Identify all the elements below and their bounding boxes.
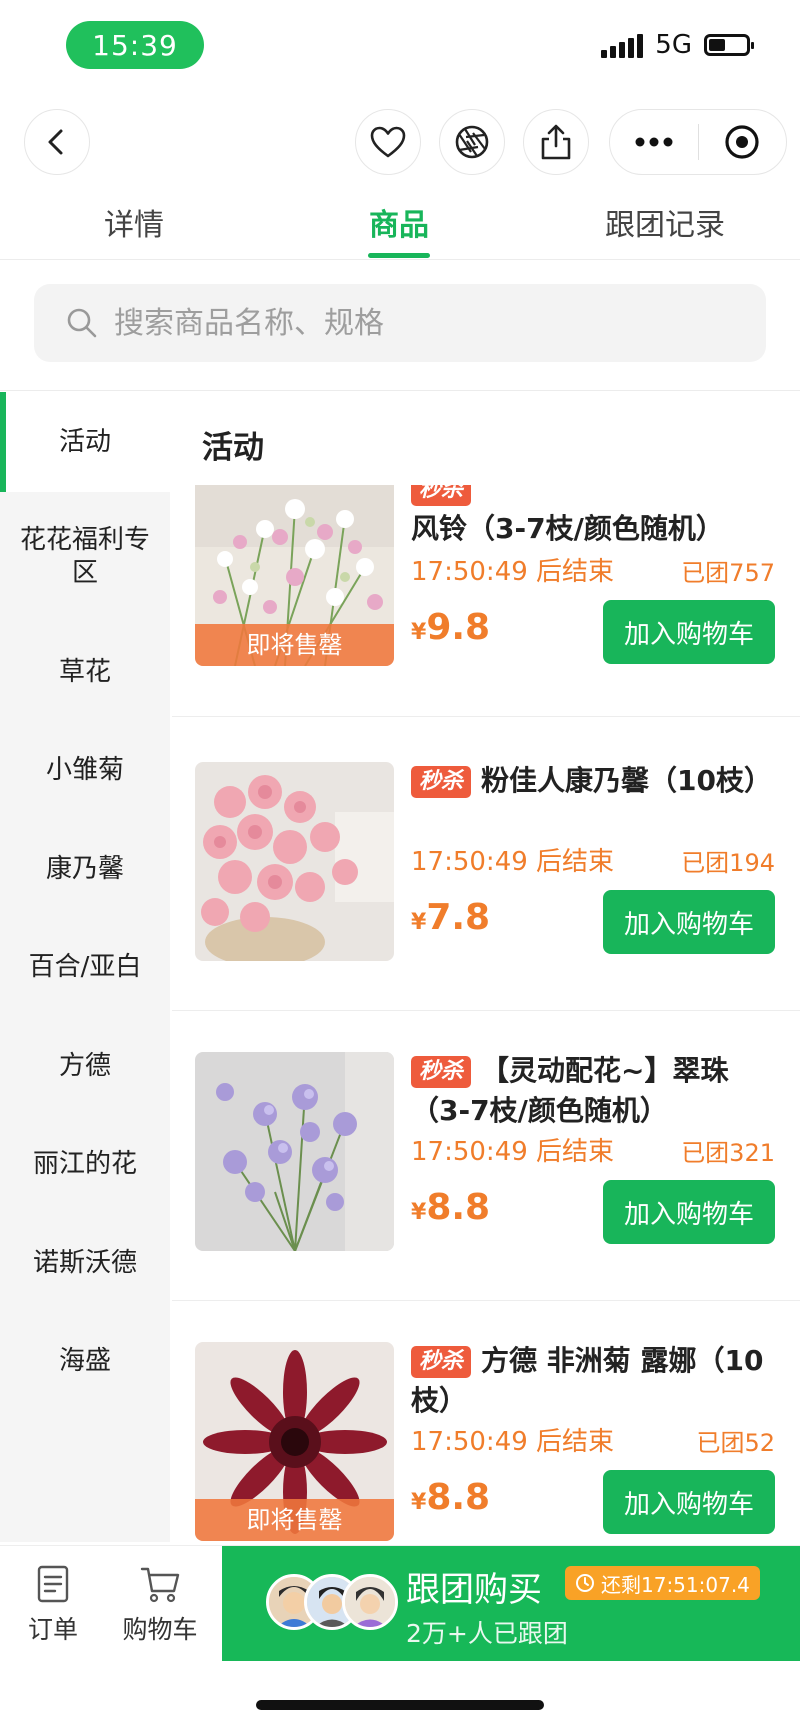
group-buy-title: 跟团购买 (406, 1570, 542, 1610)
sidebar-item-activity[interactable]: 活动 (0, 392, 170, 492)
carnation-image (195, 762, 394, 961)
group-buy-button[interactable]: 跟团购买 还剩17:51:07.4 2万+人已跟团 (222, 1546, 800, 1661)
cart-label: 购物车 (122, 1615, 198, 1644)
product-price: ¥8.8 (411, 1187, 490, 1228)
countdown-text: 17:50:49 后结束 (411, 847, 615, 877)
product-image[interactable] (195, 1052, 394, 1251)
add-to-cart-button[interactable]: 加入购物车 (603, 890, 775, 954)
more-button[interactable] (610, 110, 698, 174)
product-card[interactable]: 秒杀 粉佳人康乃馨（10枝） 17:50:49 后结束 已团194 ¥7.8 加入… (172, 747, 800, 1037)
search-input[interactable] (112, 304, 716, 342)
status-time: 15:39 (66, 21, 204, 69)
joined-count: 已团321 (681, 1139, 775, 1167)
joined-count: 已团52 (696, 1429, 775, 1457)
remaining-time-text: 还剩17:51:07.4 (601, 1572, 750, 1597)
product-title: 秒杀 方德 非洲菊 露娜（10枝） (411, 1341, 781, 1421)
flash-sale-tag: 秒杀 (411, 1346, 472, 1378)
product-card[interactable]: 即将售罄 秒杀 方德 非洲菊 露娜（10枝） 17:50:49 后结束 已团52 … (172, 1327, 800, 1545)
product-image[interactable]: 即将售罄 (195, 485, 394, 666)
search-box[interactable] (34, 284, 766, 362)
product-image[interactable] (195, 762, 394, 961)
order-list-icon (37, 1565, 69, 1603)
product-title: 秒杀风铃（3-7枝/颜色随机） (411, 485, 781, 549)
product-title: 秒杀 粉佳人康乃馨（10枝） (411, 761, 781, 801)
status-indicators: 5G (601, 30, 754, 60)
product-divider (172, 716, 800, 717)
section-title: 活动 (202, 430, 264, 466)
joined-avatars (266, 1574, 398, 1630)
cart-button[interactable]: 购物车 (112, 1564, 208, 1646)
target-icon (725, 125, 759, 159)
price-value: 7.8 (426, 897, 491, 938)
search-icon (67, 308, 97, 338)
price-value: 8.8 (426, 1187, 491, 1228)
bottom-action-bar: 订单 购物车 跟团购买 还剩17:51:07.4 2万+人已跟团 (0, 1545, 800, 1662)
sold-out-badge: 即将售罄 (195, 624, 394, 666)
signal-icon (601, 32, 644, 58)
clock-icon (576, 1574, 594, 1592)
product-title-text: 粉佳人康乃馨（10枝） (481, 764, 772, 797)
camera-button[interactable] (439, 109, 505, 175)
product-title-text: 风铃（3-7枝/颜色随机） (411, 512, 724, 545)
product-image[interactable]: 即将售罄 (195, 1342, 394, 1541)
orders-button[interactable]: 订单 (20, 1564, 86, 1646)
product-card[interactable]: 即将售罄 秒杀风铃（3-7枝/颜色随机） 17:50:49 后结束 已团757 … (172, 485, 800, 747)
close-miniprogram-button[interactable] (699, 110, 787, 174)
add-to-cart-button[interactable]: 加入购物车 (603, 1470, 775, 1534)
blue-lace-flower-image (195, 1052, 394, 1251)
back-button[interactable] (24, 109, 90, 175)
search-divider (0, 390, 800, 391)
countdown-text: 17:50:49 后结束 (411, 1137, 615, 1167)
currency-symbol: ¥ (411, 1200, 427, 1225)
product-price: ¥9.8 (411, 607, 490, 648)
add-to-cart-button[interactable]: 加入购物车 (603, 600, 775, 664)
chevron-left-icon (48, 129, 63, 155)
share-button[interactable] (523, 109, 589, 175)
product-card[interactable]: 秒杀 【灵动配花~】翠珠（3-7枝/颜色随机） 17:50:49 后结束 已团32… (172, 1037, 800, 1327)
product-list: 即将售罄 秒杀风铃（3-7枝/颜色随机） 17:50:49 后结束 已团757 … (0, 485, 800, 1545)
product-divider (172, 1010, 800, 1011)
currency-symbol: ¥ (411, 620, 427, 645)
network-label: 5G (655, 30, 692, 60)
tab-products[interactable]: 商品 (359, 200, 439, 244)
countdown-text: 17:50:49 后结束 (411, 557, 615, 587)
tab-group-records[interactable]: 跟团记录 (600, 200, 730, 244)
price-value: 8.8 (426, 1477, 491, 1518)
aperture-icon (455, 125, 489, 159)
tabs-divider (0, 259, 800, 260)
flash-sale-tag: 秒杀 (411, 485, 472, 506)
orders-label: 订单 (27, 1615, 78, 1644)
product-divider (172, 1300, 800, 1301)
home-indicator[interactable] (256, 1700, 544, 1710)
joined-count-text: 2万+人已跟团 (406, 1619, 568, 1648)
shopping-cart-icon (140, 1567, 180, 1603)
joined-count: 已团194 (681, 849, 775, 877)
mini-program-capsule (609, 109, 787, 175)
tab-details[interactable]: 详情 (94, 200, 174, 244)
currency-symbol: ¥ (411, 1490, 427, 1515)
avatar (342, 1574, 398, 1630)
flash-sale-tag: 秒杀 (411, 766, 472, 798)
currency-symbol: ¥ (411, 910, 427, 935)
more-icon (635, 137, 673, 147)
heart-icon (370, 126, 406, 158)
product-price: ¥7.8 (411, 897, 490, 938)
product-price: ¥8.8 (411, 1477, 490, 1518)
remaining-time-badge: 还剩17:51:07.4 (565, 1566, 760, 1600)
share-icon (541, 124, 571, 160)
battery-icon (704, 34, 754, 56)
favorite-button[interactable] (355, 109, 421, 175)
active-tab-indicator (368, 253, 430, 258)
flash-sale-tag: 秒杀 (411, 1056, 472, 1088)
countdown-text: 17:50:49 后结束 (411, 1427, 615, 1457)
sidebar-item-label: 活动 (58, 427, 111, 457)
product-title: 秒杀 【灵动配花~】翠珠（3-7枝/颜色随机） (411, 1051, 781, 1131)
price-value: 9.8 (426, 607, 491, 648)
sidebar-active-indicator (0, 392, 6, 492)
sold-out-badge: 即将售罄 (195, 1499, 394, 1541)
joined-count: 已团757 (681, 559, 775, 587)
add-to-cart-button[interactable]: 加入购物车 (603, 1180, 775, 1244)
